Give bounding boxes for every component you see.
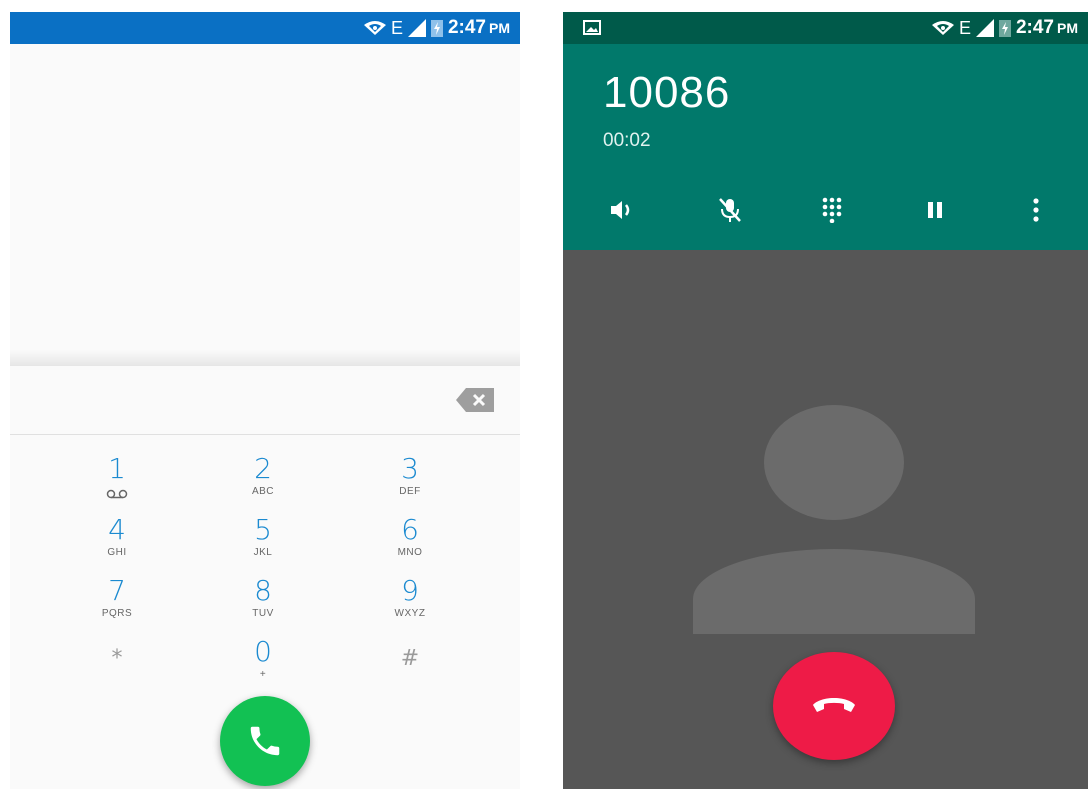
picture-notification-icon <box>583 20 601 35</box>
speaker-button[interactable] <box>600 188 644 232</box>
dialer-screen: E 2:47 PM 1 2 ABC 3 DEF 4 GHI 5 JKL 6 MN… <box>10 12 520 789</box>
key-digit: 2 <box>254 452 272 485</box>
key-letters: DEF <box>399 486 421 497</box>
key-7[interactable]: 7 PQRS <box>57 576 177 634</box>
dialpad-button[interactable] <box>810 188 854 232</box>
clock-time: 2:47 <box>1015 17 1054 38</box>
call-button[interactable] <box>220 696 310 786</box>
signal-icon <box>407 19 426 37</box>
status-bar: E 2:47 PM <box>563 12 1088 44</box>
wifi-icon <box>363 21 386 35</box>
key-6[interactable]: 6 MNO <box>350 515 470 573</box>
dialpad-shadow <box>10 350 520 366</box>
key-digit: 3 <box>401 452 419 485</box>
contact-avatar-body <box>693 549 975 634</box>
hold-icon <box>928 202 942 218</box>
mute-button[interactable] <box>708 188 752 232</box>
key-0[interactable]: 0 + <box>203 637 323 695</box>
call-log-area <box>10 44 520 362</box>
digits-field[interactable] <box>10 366 520 435</box>
key-letters: WXYZ <box>394 608 426 619</box>
key-letters: MNO <box>397 547 423 558</box>
clock-ampm: PM <box>489 20 510 36</box>
key-digit: 0 <box>254 635 272 668</box>
status-icons: E 2:47 PM <box>931 12 1078 44</box>
key-digit: 7 <box>108 574 126 607</box>
network-type: E <box>958 17 971 38</box>
key-digit: 6 <box>401 513 419 546</box>
call-header: 10086 00:02 <box>563 44 1088 250</box>
call-controls <box>563 188 1088 232</box>
key-digit: 1 <box>108 452 126 485</box>
key-digit: * <box>111 646 123 671</box>
hold-button[interactable] <box>913 188 957 232</box>
key-digit: 4 <box>108 513 126 546</box>
key-letters: TUV <box>252 608 274 619</box>
clock-ampm: PM <box>1057 20 1078 36</box>
status-bar: E 2:47 PM <box>10 12 520 44</box>
backspace-icon[interactable] <box>456 388 494 412</box>
battery-charging-icon <box>430 20 443 37</box>
key-4[interactable]: 4 GHI <box>57 515 177 573</box>
hang-up-icon <box>813 698 855 712</box>
key-digit: 9 <box>401 574 419 607</box>
key-3[interactable]: 3 DEF <box>350 454 470 512</box>
key-pound[interactable]: # <box>350 646 470 704</box>
signal-icon <box>975 19 994 37</box>
network-type: E <box>390 17 403 38</box>
key-5[interactable]: 5 JKL <box>203 515 323 573</box>
key-letters: + <box>259 669 267 680</box>
caller-number: 10086 <box>603 68 731 117</box>
wifi-icon <box>931 21 954 35</box>
key-letters: ABC <box>251 486 275 497</box>
key-star[interactable]: * <box>57 646 177 704</box>
clock-time: 2:47 <box>447 17 486 38</box>
dialpad-icon <box>822 197 842 223</box>
more-icon <box>1033 198 1039 222</box>
key-8[interactable]: 8 TUV <box>203 576 323 634</box>
more-options-button[interactable] <box>1014 188 1058 232</box>
end-call-button[interactable] <box>773 652 895 760</box>
key-digit: 5 <box>254 513 272 546</box>
key-2[interactable]: 2 ABC <box>203 454 323 512</box>
battery-charging-icon <box>998 20 1011 37</box>
key-letters: JKL <box>253 547 273 558</box>
speaker-icon <box>611 201 630 219</box>
key-digit: 8 <box>254 574 272 607</box>
key-1[interactable]: 1 <box>57 454 177 512</box>
key-digit: # <box>400 646 420 671</box>
mute-icon <box>719 198 741 222</box>
key-9[interactable]: 9 WXYZ <box>350 576 470 634</box>
contact-avatar-head <box>764 405 904 520</box>
key-letters: PQRS <box>101 608 133 619</box>
status-icons: E 2:47 PM <box>363 12 510 44</box>
incall-screen: E 2:47 PM 10086 00:02 <box>563 12 1088 789</box>
key-letters: GHI <box>107 547 127 558</box>
phone-icon <box>250 726 280 756</box>
call-duration: 00:02 <box>603 130 651 151</box>
voicemail-icon <box>106 489 128 499</box>
